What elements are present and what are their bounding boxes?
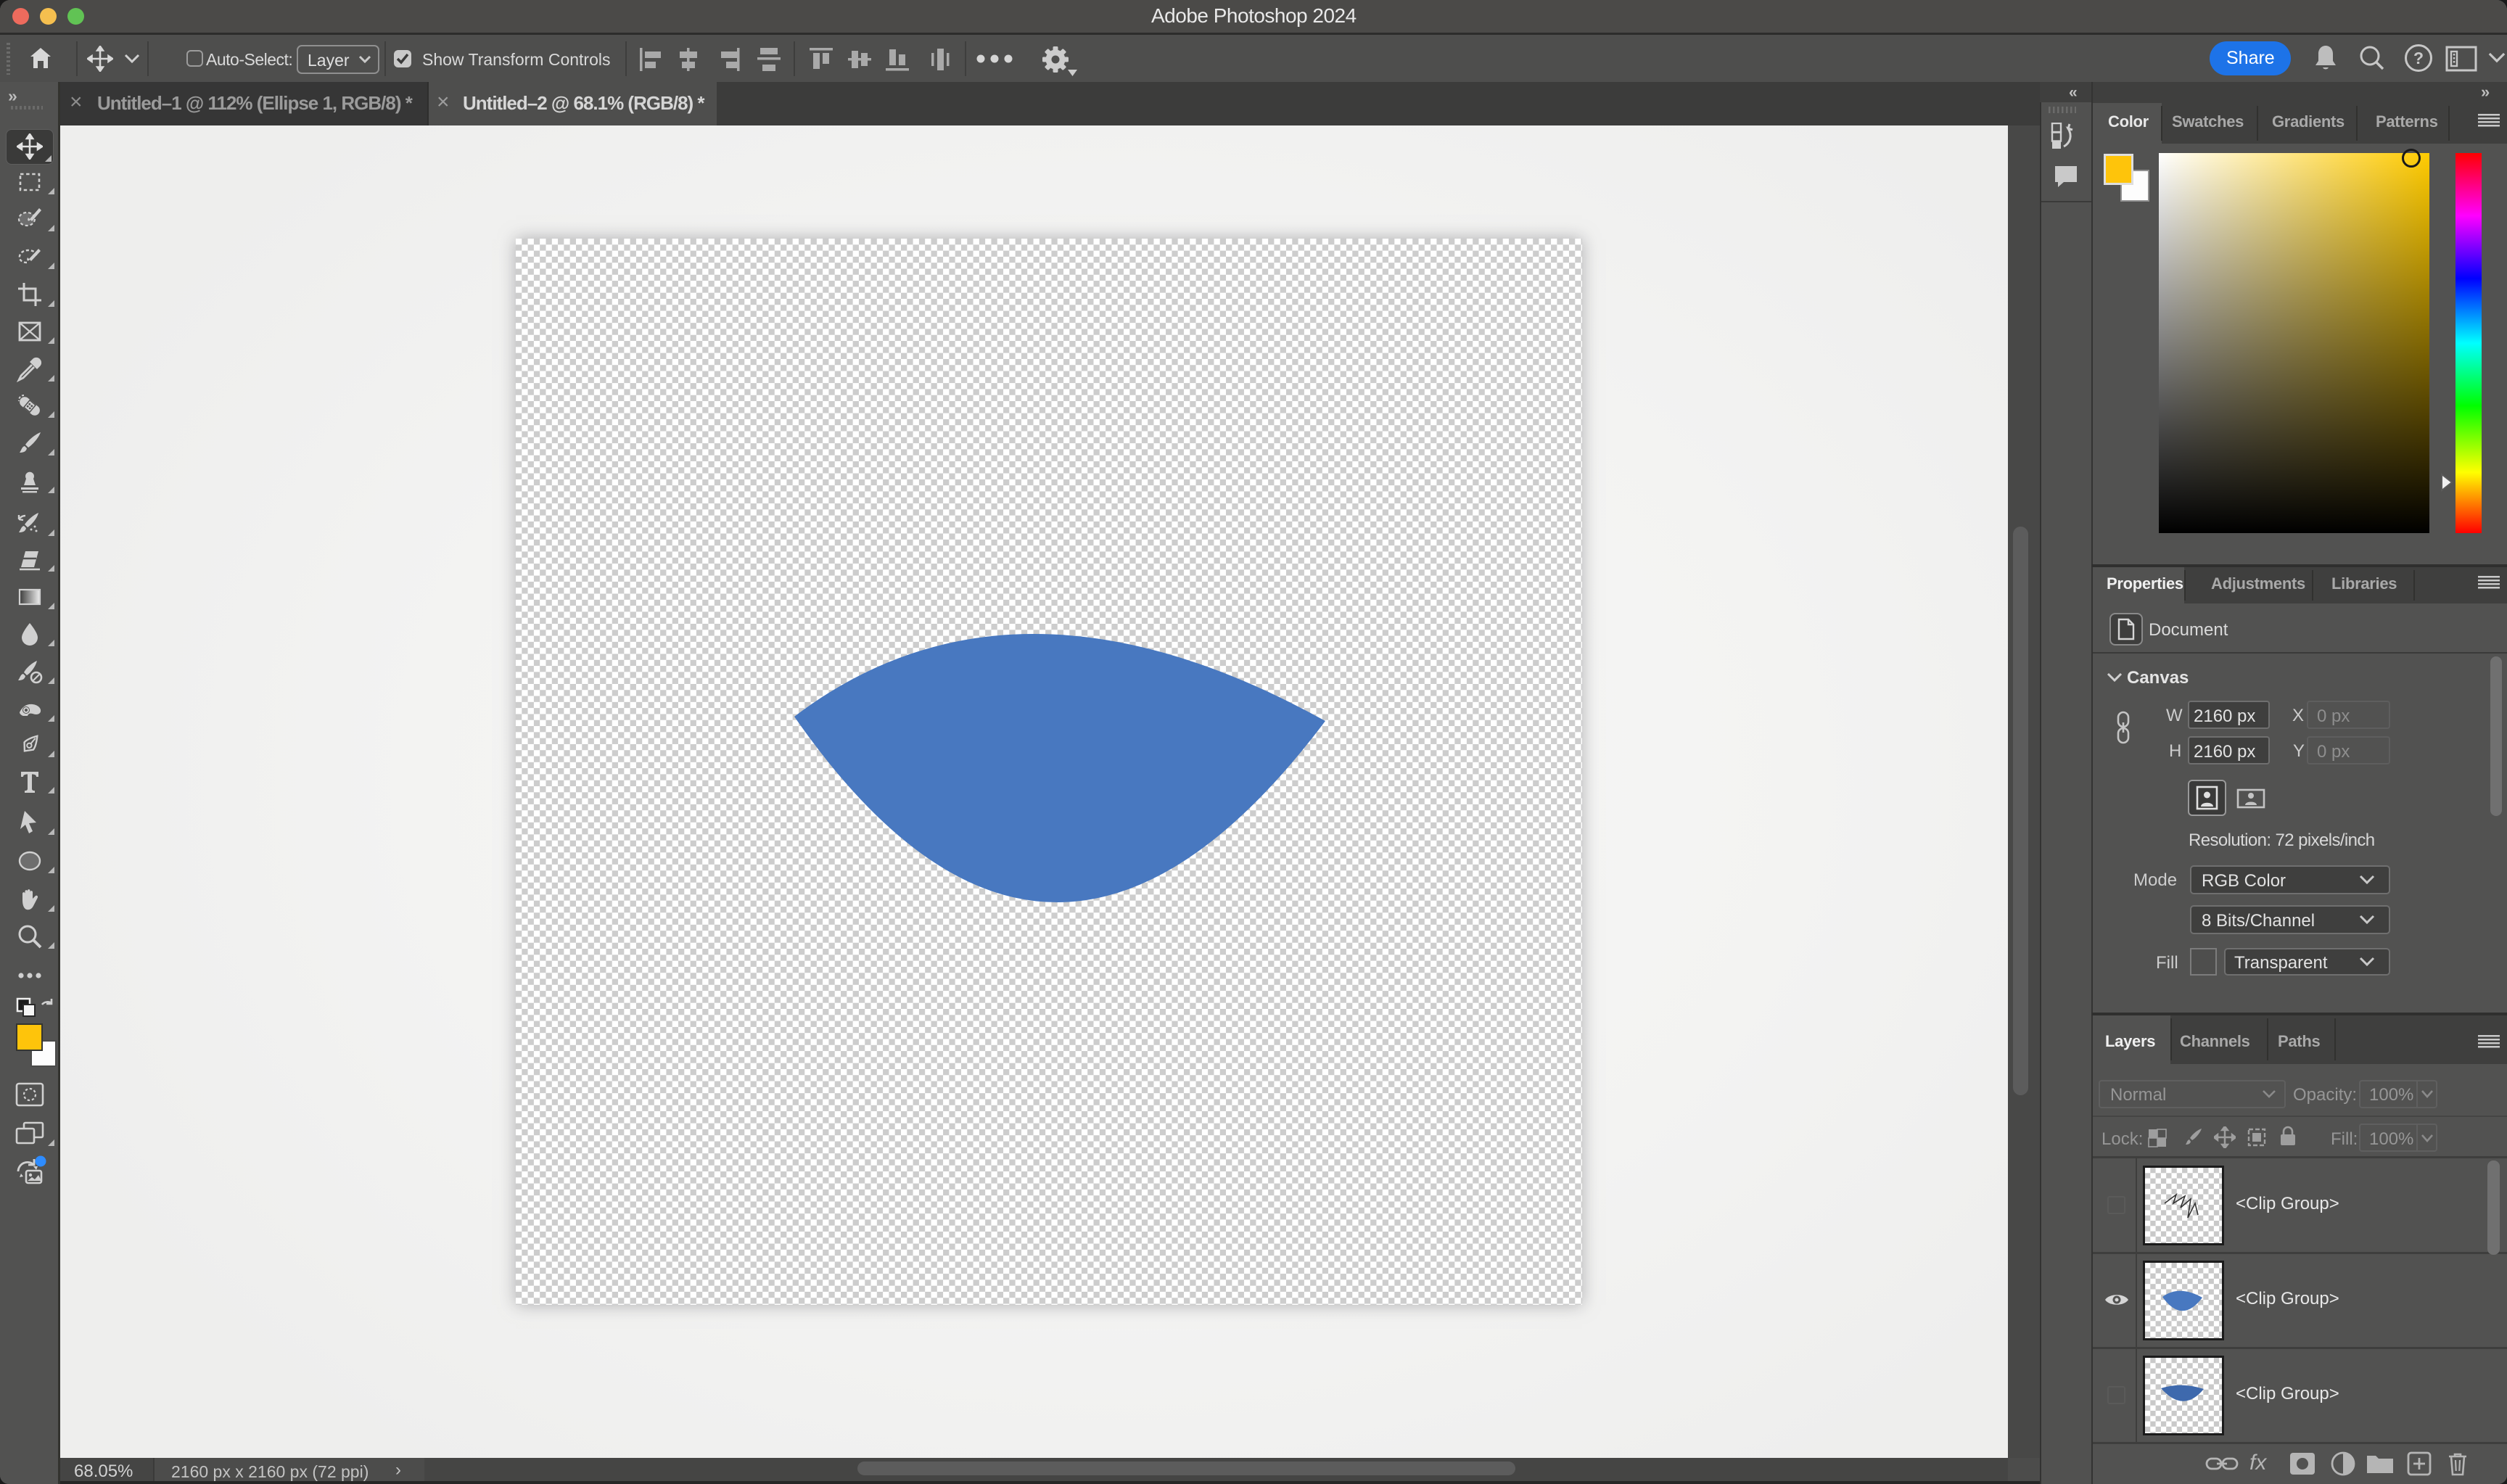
svg-text:?: ? xyxy=(2413,49,2424,67)
